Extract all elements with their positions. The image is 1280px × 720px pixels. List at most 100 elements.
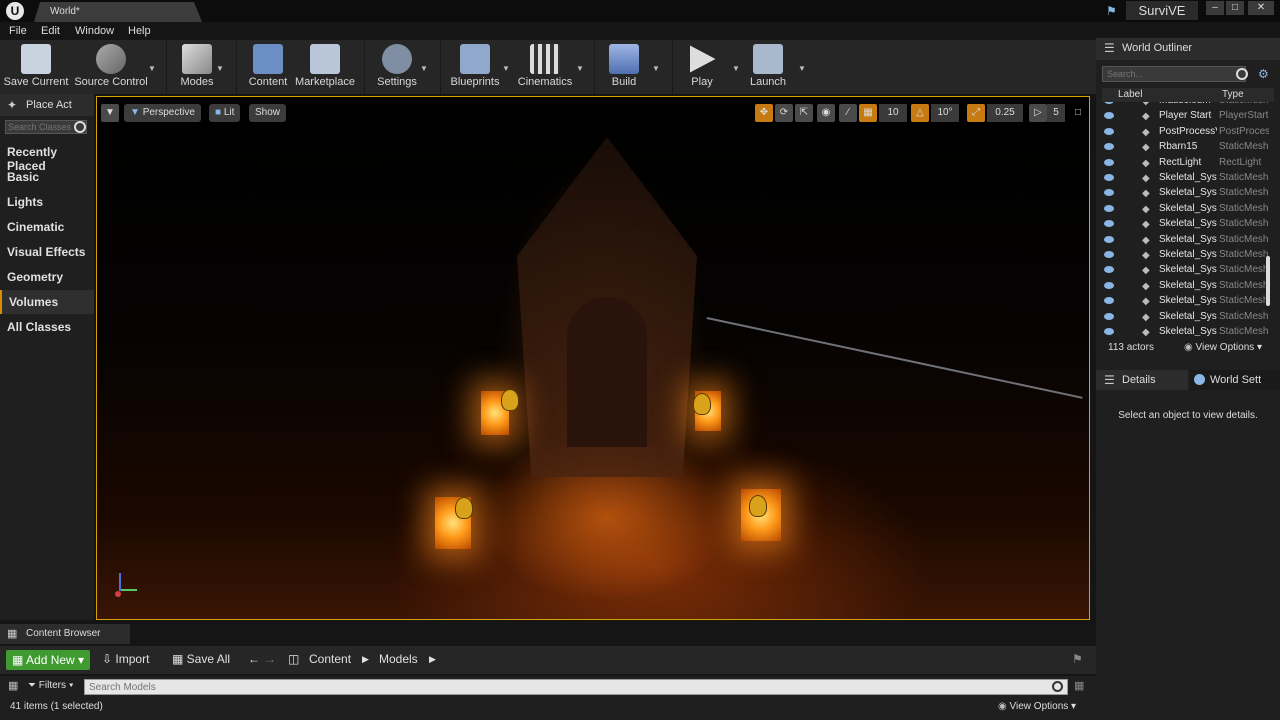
import-button[interactable]: ⇩ Import bbox=[102, 652, 149, 666]
add-new-button[interactable]: ▦ Add New ▾ bbox=[6, 650, 90, 670]
save-current-button[interactable]: Save Current bbox=[2, 40, 70, 94]
scale-icon[interactable]: ⇱ bbox=[795, 104, 813, 122]
forward-button[interactable]: → bbox=[264, 652, 276, 666]
unreal-logo-icon[interactable]: U bbox=[6, 2, 24, 20]
build-dropdown-icon[interactable]: ▼ bbox=[652, 64, 660, 73]
build-button[interactable]: Build bbox=[602, 40, 646, 94]
outliner-search-input[interactable] bbox=[1102, 66, 1246, 82]
cinematics-button[interactable]: Cinematics bbox=[516, 40, 574, 94]
marketplace-button[interactable]: Marketplace bbox=[294, 40, 356, 94]
outliner-scrollbar[interactable] bbox=[1266, 256, 1270, 306]
outliner-row[interactable]: ◆ MausoleumStaticMesh bbox=[1102, 102, 1270, 109]
visibility-eye-icon[interactable] bbox=[1104, 204, 1114, 212]
category-cinematic[interactable]: Cinematic bbox=[0, 215, 94, 239]
point-light-icon[interactable] bbox=[455, 497, 473, 519]
menu-file[interactable]: File bbox=[9, 25, 27, 37]
visibility-eye-icon[interactable] bbox=[1104, 266, 1114, 274]
outliner-row[interactable]: ◆ Skeletal_SystemStaticMesh bbox=[1102, 294, 1270, 309]
menu-window[interactable]: Window bbox=[75, 25, 114, 37]
scale-snap-icon[interactable]: ⤢ bbox=[967, 104, 985, 122]
category-visual-effects[interactable]: Visual Effects bbox=[0, 240, 94, 264]
content-browser-tab[interactable]: ▦ Content Browser bbox=[0, 624, 130, 644]
sources-toggle-icon[interactable]: ▦ bbox=[8, 679, 18, 692]
show-button[interactable]: Show bbox=[249, 104, 287, 122]
play-button[interactable]: Play bbox=[680, 40, 724, 94]
visibility-eye-icon[interactable] bbox=[1104, 281, 1114, 289]
outliner-row[interactable]: ◆ Skeletal_SystemStaticMesh bbox=[1102, 310, 1270, 325]
outliner-row[interactable]: ◆ Skeletal_SystemStaticMesh bbox=[1102, 233, 1270, 248]
path-content[interactable]: Content bbox=[309, 652, 351, 666]
category-lights[interactable]: Lights bbox=[0, 190, 94, 214]
outliner-row[interactable]: ◆ RectLight RectLight bbox=[1102, 156, 1270, 171]
launch-button[interactable]: Launch bbox=[746, 40, 790, 94]
visibility-eye-icon[interactable] bbox=[1104, 251, 1114, 258]
perspective-button[interactable]: ▼ Perspective bbox=[124, 104, 201, 122]
visibility-eye-icon[interactable] bbox=[1104, 312, 1114, 320]
blueprints-button[interactable]: Blueprints bbox=[448, 40, 502, 94]
surface-snap-icon[interactable]: ∕ bbox=[839, 104, 857, 122]
lock-icon[interactable]: ⚑ bbox=[1072, 652, 1083, 666]
details-tab[interactable]: ☰ Details bbox=[1096, 370, 1188, 390]
settings-dropdown-icon[interactable]: ▼ bbox=[420, 64, 428, 73]
outliner-view-options-button[interactable]: ◉ View Options ▾ bbox=[1184, 342, 1262, 353]
minimize-button[interactable]: – bbox=[1206, 1, 1224, 15]
category-recently-placed[interactable]: Recently Placed bbox=[0, 140, 94, 173]
path-models[interactable]: Models bbox=[379, 652, 418, 666]
camera-speed-icon[interactable]: ▷ bbox=[1029, 104, 1047, 122]
visibility-eye-icon[interactable] bbox=[1104, 189, 1114, 197]
close-button[interactable]: ✕ bbox=[1248, 1, 1274, 15]
outliner-row[interactable]: ◆ Skeletal_SystemStaticMesh bbox=[1102, 217, 1270, 232]
source-control-button[interactable]: Source Control bbox=[72, 40, 150, 94]
grid-snap-icon[interactable]: ▦ bbox=[859, 104, 877, 122]
content-view-options-button[interactable]: ◉ View Options ▾ bbox=[998, 701, 1076, 712]
visibility-eye-icon[interactable] bbox=[1104, 127, 1114, 135]
rotation-snap-value[interactable]: 10° bbox=[931, 104, 959, 122]
scale-snap-value[interactable]: 0.25 bbox=[987, 104, 1023, 122]
category-basic[interactable]: Basic bbox=[0, 165, 94, 189]
search-icon[interactable] bbox=[1052, 681, 1063, 692]
content-button[interactable]: Content bbox=[246, 40, 290, 94]
cinematics-dropdown-icon[interactable]: ▼ bbox=[576, 64, 584, 73]
launch-dropdown-icon[interactable]: ▼ bbox=[798, 64, 806, 73]
maximize-viewport-icon[interactable]: □ bbox=[1071, 104, 1085, 122]
outliner-row[interactable]: ◆ Skeletal_SystemStaticMesh bbox=[1102, 186, 1270, 201]
outliner-row[interactable]: ◆ Skeletal_SystemStaticMesh bbox=[1102, 248, 1270, 263]
label-column-header[interactable]: Label bbox=[1118, 89, 1142, 100]
maximize-button[interactable]: □ bbox=[1226, 1, 1244, 15]
visibility-eye-icon[interactable] bbox=[1104, 235, 1114, 243]
visibility-eye-icon[interactable] bbox=[1104, 297, 1114, 305]
visibility-eye-icon[interactable] bbox=[1104, 102, 1114, 104]
point-light-icon[interactable] bbox=[501, 389, 519, 411]
visibility-eye-icon[interactable] bbox=[1104, 143, 1114, 151]
menu-help[interactable]: Help bbox=[128, 25, 151, 37]
category-volumes[interactable]: Volumes bbox=[0, 290, 94, 314]
back-button[interactable]: ← bbox=[248, 652, 260, 666]
chevron-right-icon[interactable]: ▶ bbox=[429, 654, 436, 665]
chevron-right-icon[interactable]: ▶ bbox=[362, 654, 369, 665]
source-control-status-icon[interactable]: ⚑ bbox=[1106, 4, 1117, 18]
outliner-row[interactable]: ◆ Player Start PlayerStart bbox=[1102, 109, 1270, 124]
category-geometry[interactable]: Geometry bbox=[0, 265, 94, 289]
lit-button[interactable]: ■ Lit bbox=[209, 104, 241, 122]
point-light-icon[interactable] bbox=[749, 495, 767, 517]
world-settings-tab[interactable]: World Sett bbox=[1190, 370, 1280, 390]
point-light-icon[interactable] bbox=[693, 393, 711, 415]
world-outliner-tab[interactable]: ☰ World Outliner bbox=[1096, 38, 1280, 60]
camera-speed-value[interactable]: 5 bbox=[1047, 104, 1065, 122]
filter-icon[interactable]: ⚙ bbox=[1258, 67, 1269, 81]
modes-dropdown-icon[interactable]: ▼ bbox=[216, 64, 224, 73]
menu-edit[interactable]: Edit bbox=[41, 25, 60, 37]
save-all-button[interactable]: ▦ Save All bbox=[172, 652, 230, 666]
category-all-classes[interactable]: All Classes bbox=[0, 315, 94, 339]
rotate-icon[interactable]: ⟳ bbox=[775, 104, 793, 122]
filters-button[interactable]: ⏷ Filters ▾ bbox=[28, 680, 74, 691]
document-tab[interactable]: World* bbox=[34, 2, 202, 22]
outliner-row[interactable]: ◆ Skeletal_SystemStaticMesh bbox=[1102, 325, 1270, 336]
grid-snap-value[interactable]: 10 bbox=[879, 104, 907, 122]
blueprints-dropdown-icon[interactable]: ▼ bbox=[502, 64, 510, 73]
play-dropdown-icon[interactable]: ▼ bbox=[732, 64, 740, 73]
visibility-eye-icon[interactable] bbox=[1104, 112, 1114, 120]
outliner-row[interactable]: ◆ Skeletal_SystemStaticMesh bbox=[1102, 263, 1270, 278]
outliner-row[interactable]: ◆ Skeletal_SystemStaticMesh bbox=[1102, 279, 1270, 294]
viewport-menu-dropdown-icon[interactable]: ▼ bbox=[101, 104, 119, 122]
